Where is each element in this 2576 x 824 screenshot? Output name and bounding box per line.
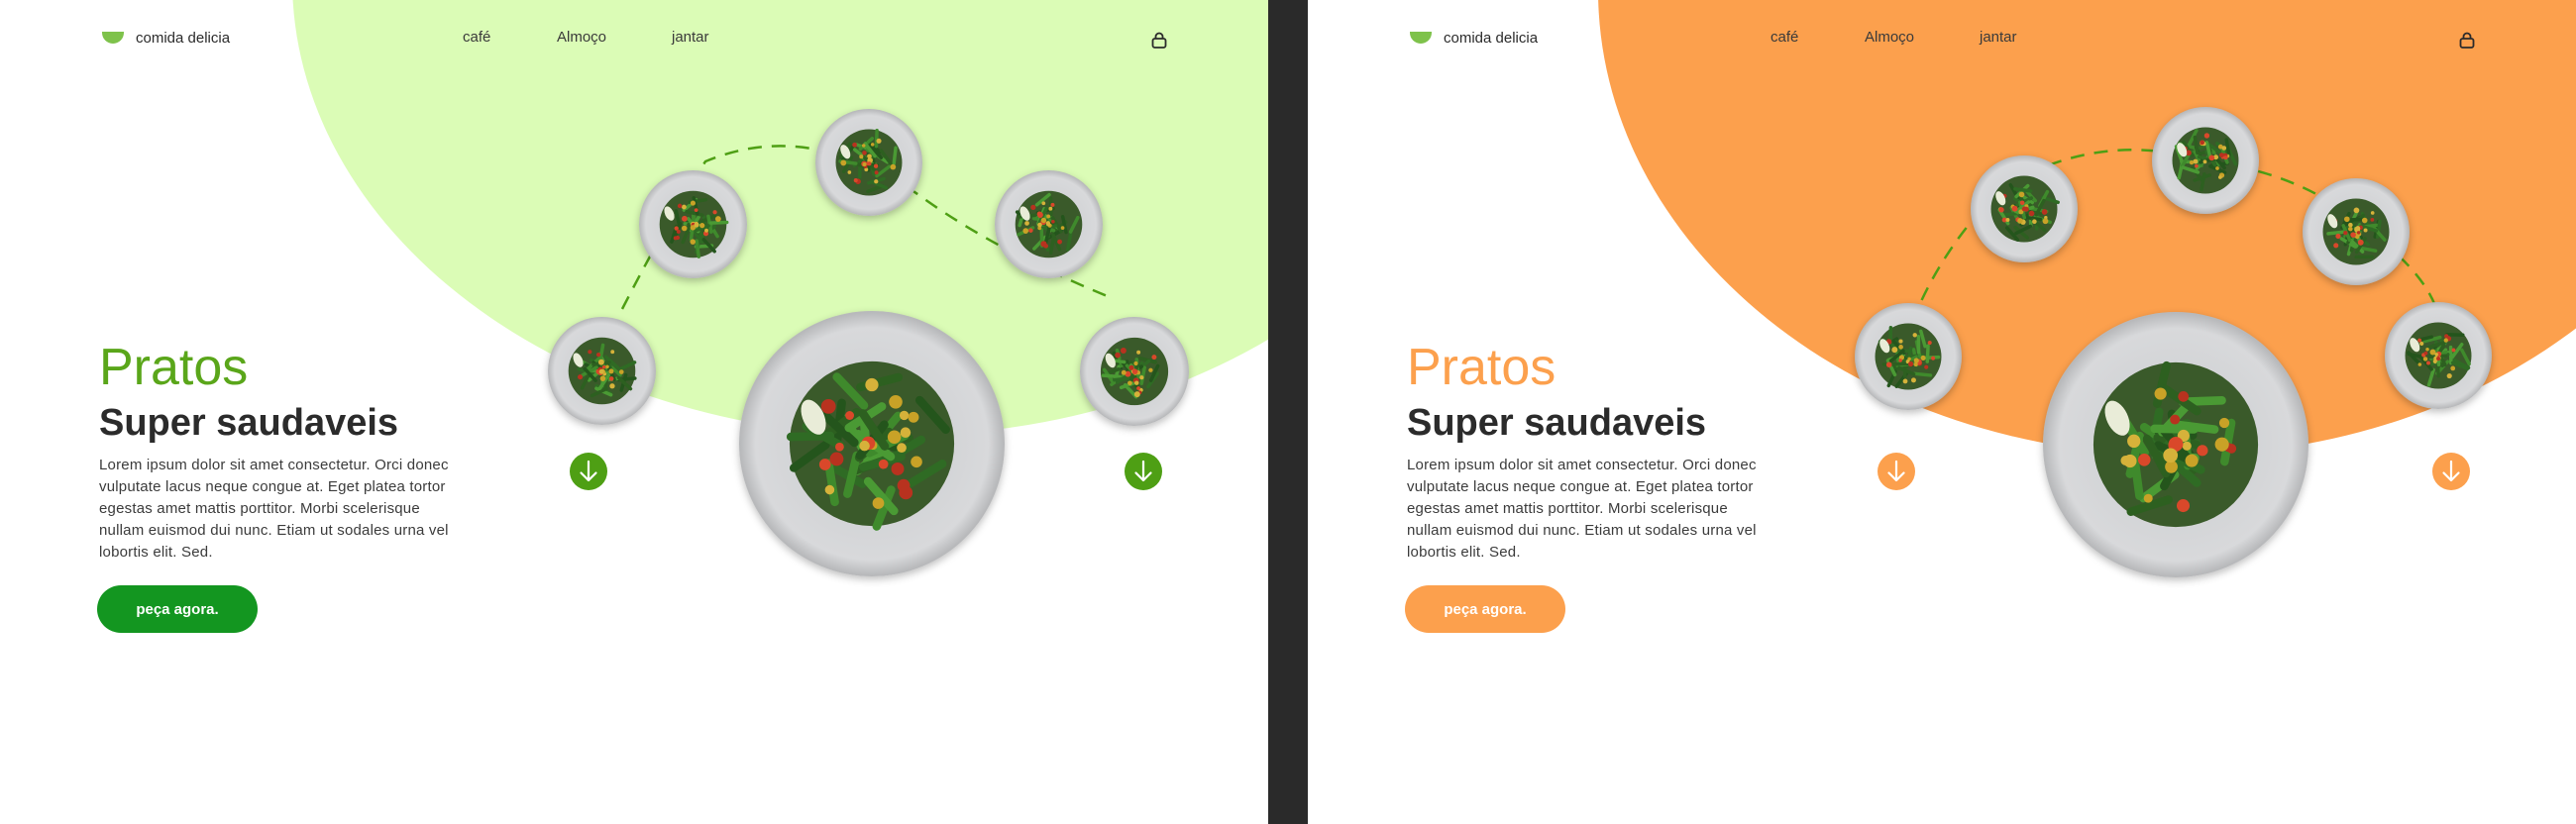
vegetable-plate-icon	[568, 337, 637, 405]
vegetable-plate-icon	[1015, 190, 1083, 258]
vegetable-plate-icon	[1875, 323, 1942, 390]
arrow-down-circle-icon	[570, 453, 607, 490]
dish-plate-small[interactable]	[2385, 302, 2492, 409]
hero-subtitle: Super saudaveis	[99, 402, 399, 444]
order-now-button[interactable]: peça agora.	[1405, 585, 1565, 633]
dish-plate-small[interactable]	[639, 170, 747, 278]
nav-almoco[interactable]: Almoço	[557, 29, 606, 46]
nav-almoco[interactable]: Almoço	[1865, 29, 1914, 46]
lock-bag-icon[interactable]	[2459, 32, 2475, 49]
canvas-divider	[1268, 0, 1308, 824]
hero-section: Pratos Super saudaveis Lorem ipsum dolor…	[1407, 340, 1803, 564]
dish-plate-large	[739, 311, 1005, 576]
vegetable-plate-icon	[2322, 198, 2390, 265]
dish-plate-small[interactable]	[548, 317, 656, 425]
dish-plate-small[interactable]	[2303, 178, 2410, 285]
nav-cafe[interactable]: café	[463, 29, 490, 46]
main-nav: café Almoço jantar	[1308, 29, 2576, 49]
order-now-button[interactable]: peça agora.	[97, 585, 258, 633]
landing-variant-green: comida delicia café Almoço jantar Pratos…	[0, 0, 1268, 824]
scroll-left-arrow-button[interactable]	[1877, 452, 1916, 491]
hero-subtitle: Super saudaveis	[1407, 402, 1707, 444]
main-nav: café Almoço jantar	[0, 29, 1268, 49]
dish-plate-small[interactable]	[815, 109, 922, 216]
dish-plate-small[interactable]	[995, 170, 1103, 278]
vegetable-plate-icon	[786, 360, 955, 531]
vegetable-plate-icon	[2405, 322, 2472, 389]
hero-section: Pratos Super saudaveis Lorem ipsum dolor…	[99, 340, 495, 564]
vegetable-plate-icon	[659, 190, 729, 258]
dish-plate-small[interactable]	[1971, 155, 2078, 262]
vegetable-plate-icon	[2172, 127, 2239, 194]
lock-bag-icon[interactable]	[1151, 32, 1167, 49]
arrow-down-circle-icon	[2432, 453, 2470, 490]
nav-cafe[interactable]: café	[1771, 29, 1798, 46]
dish-plate-small[interactable]	[2152, 107, 2259, 214]
scroll-right-arrow-button[interactable]	[2431, 452, 2471, 491]
arrow-down-circle-icon	[1878, 453, 1915, 490]
dish-plate-small[interactable]	[1080, 317, 1189, 426]
hero-title: Pratos	[1407, 339, 1556, 396]
dish-plate-large	[2043, 312, 2308, 577]
nav-jantar[interactable]: jantar	[672, 29, 709, 46]
vegetable-plate-icon	[1100, 337, 1169, 406]
hero-description: Lorem ipsum dolor sit amet consectetur. …	[1407, 457, 1757, 561]
landing-variant-orange: comida delicia café Almoço jantar Pratos…	[1308, 0, 2576, 824]
scroll-left-arrow-button[interactable]	[569, 452, 608, 491]
scroll-right-arrow-button[interactable]	[1124, 452, 1163, 491]
vegetable-plate-icon	[1990, 175, 2060, 243]
vegetable-plate-icon	[835, 129, 903, 196]
hero-title: Pratos	[99, 339, 249, 396]
vegetable-plate-icon	[2093, 360, 2259, 528]
arrow-down-circle-icon	[1125, 453, 1162, 490]
dish-plate-small[interactable]	[1855, 303, 1962, 410]
hero-description: Lorem ipsum dolor sit amet consectetur. …	[99, 457, 449, 561]
nav-jantar[interactable]: jantar	[1980, 29, 2017, 46]
